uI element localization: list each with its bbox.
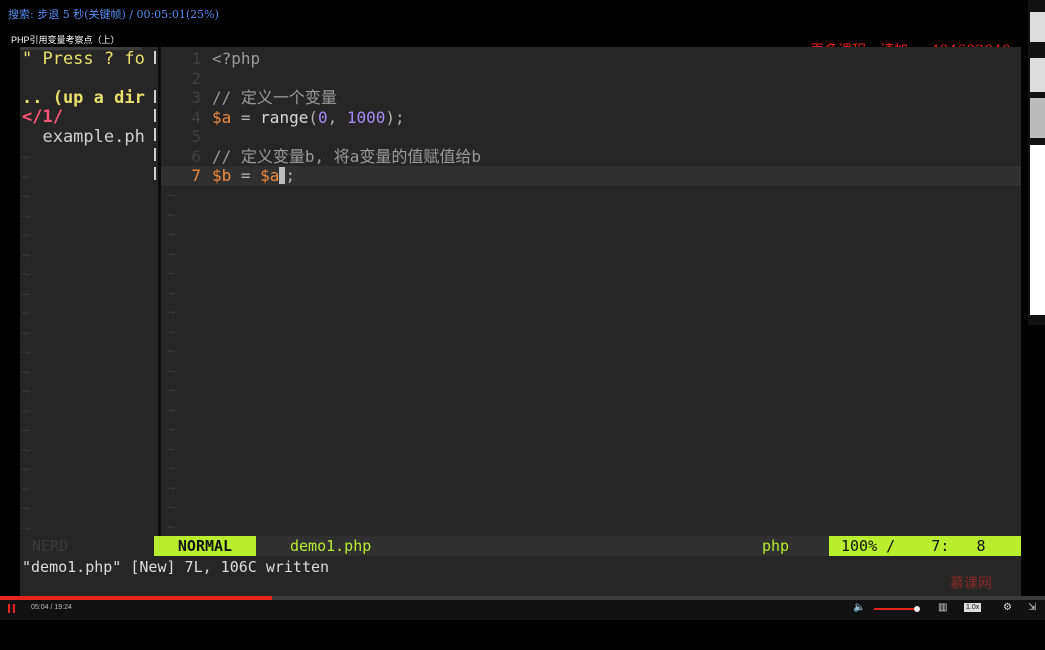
empty-line-tilde: ~ [167, 205, 177, 224]
empty-line-tilde: ~ [22, 440, 32, 459]
thumbnail-strip[interactable] [1028, 0, 1045, 325]
line-number: 2 [191, 69, 201, 88]
empty-line-tilde: ~ [167, 322, 177, 341]
seek-osd: 搜索: 步退 5 秒(关键帧) / 00:05:01(25%) [8, 8, 219, 21]
quality-icon[interactable]: ▥ [938, 602, 947, 613]
player-controls: 05:04 / 19:24 🔈 ▥ 1.0x ⚙ ⇲ [0, 600, 1045, 620]
empty-line-tilde: ~ [22, 265, 32, 283]
nerdtree-pane[interactable]: " Press ? fo .. (up a dir </1/ example.p… [20, 47, 154, 537]
tree-help-line: " Press ? fo [22, 49, 145, 69]
tree-file-example[interactable]: example.ph [22, 127, 144, 147]
tree-up-dir[interactable]: .. (up a dir [22, 88, 145, 108]
tree-root-dir[interactable]: </1/ [22, 107, 63, 127]
empty-line-tilde: ~ [167, 342, 177, 360]
thumbnail[interactable] [1030, 58, 1045, 92]
thumbnail[interactable] [1030, 98, 1045, 138]
code-line-range: $a = range(0, 1000); [212, 108, 405, 127]
pause-icon[interactable] [8, 604, 15, 613]
empty-line-tilde: ~ [22, 421, 32, 439]
empty-line-tilde: ~ [22, 148, 32, 166]
thumbnail[interactable] [1030, 12, 1045, 42]
empty-line-tilde: ~ [22, 460, 32, 478]
fullscreen-exit-icon[interactable]: ⇲ [1028, 602, 1036, 613]
empty-line-tilde: ~ [167, 381, 177, 399]
watermark-logo: 慕课网 [950, 576, 992, 592]
status-filename: demo1.php [290, 537, 372, 555]
line-number: 1 [191, 49, 201, 68]
vertical-split [154, 47, 161, 536]
empty-line-tilde: ~ [22, 343, 32, 361]
empty-line-tilde: ~ [167, 439, 177, 458]
editor-pane[interactable]: 1 2 3 4 5 6 7 <?php // 定义一个变量 $a = range… [161, 47, 1021, 536]
speed-button[interactable]: 1.0x [964, 603, 982, 612]
mode-indicator: NORMAL [154, 536, 256, 556]
empty-line-tilde: ~ [167, 186, 177, 204]
volume-icon[interactable]: 🔈 [853, 602, 865, 613]
empty-line-tilde: ~ [22, 479, 32, 498]
empty-line-tilde: ~ [167, 498, 177, 516]
empty-line-tilde: ~ [22, 206, 32, 225]
empty-line-tilde: ~ [167, 400, 177, 419]
code-line-assign: $b = $a; [212, 166, 296, 185]
empty-line-tilde: ~ [167, 420, 177, 438]
lesson-title: PHP引用变量考察点（上） [11, 35, 120, 45]
empty-line-tilde: ~ [22, 323, 32, 342]
empty-line-tilde: ~ [22, 382, 32, 400]
empty-line-tilde: ~ [167, 264, 177, 282]
empty-line-tilde: ~ [167, 478, 177, 497]
empty-line-tilde: ~ [22, 187, 32, 205]
command-line[interactable]: "demo1.php" [New] 7L, 106C written [20, 556, 1021, 576]
status-filetype: php [762, 537, 790, 555]
empty-line-tilde: ~ [167, 283, 177, 302]
empty-line-tilde: ~ [22, 518, 32, 537]
empty-line-tilde: ~ [22, 362, 32, 381]
empty-line-tilde: ~ [167, 459, 177, 477]
volume-slider[interactable] [874, 606, 920, 612]
empty-line-tilde: ~ [22, 499, 32, 517]
settings-gear-icon[interactable]: ⚙ [1003, 602, 1012, 613]
code-line-comment: // 定义一个变量 [212, 88, 337, 107]
empty-line-tilde: ~ [167, 517, 177, 536]
line-number: 5 [191, 127, 201, 146]
vim-statusline: NERD NORMAL demo1.php php 100% / 7: 8 [20, 536, 1021, 556]
line-number: 3 [191, 88, 201, 107]
playback-time: 05:04 / 19:24 [31, 604, 72, 611]
empty-line-tilde: ~ [167, 303, 177, 321]
code-line-comment: // 定义变量b, 将a变量的值赋值给b [212, 147, 482, 166]
current-line-number: 7 [191, 166, 201, 185]
empty-line-tilde: ~ [22, 167, 32, 186]
thumbnail[interactable] [1030, 145, 1045, 315]
nerdtree-status: NERD [20, 536, 154, 556]
terminal-screen: " Press ? fo .. (up a dir </1/ example.p… [20, 47, 1021, 598]
empty-line-tilde: ~ [167, 225, 177, 243]
empty-line-tilde: ~ [22, 226, 32, 244]
bottom-margin [0, 620, 1045, 650]
empty-line-tilde: ~ [22, 304, 32, 322]
empty-line-tilde: ~ [22, 401, 32, 420]
empty-line-tilde: ~ [167, 361, 177, 380]
player-top-bar: 搜索: 步退 5 秒(关键帧) / 00:05:01(25%) PHP引用变量考… [0, 0, 1045, 45]
empty-line-tilde: ~ [22, 284, 32, 303]
empty-line-tilde: ~ [22, 245, 32, 264]
status-position: 100% / 7: 8 [829, 536, 1021, 556]
line-number: 6 [191, 147, 201, 166]
empty-line-tilde: ~ [167, 244, 177, 263]
code-line-php-open: <?php [212, 49, 261, 68]
line-number: 4 [191, 108, 201, 127]
